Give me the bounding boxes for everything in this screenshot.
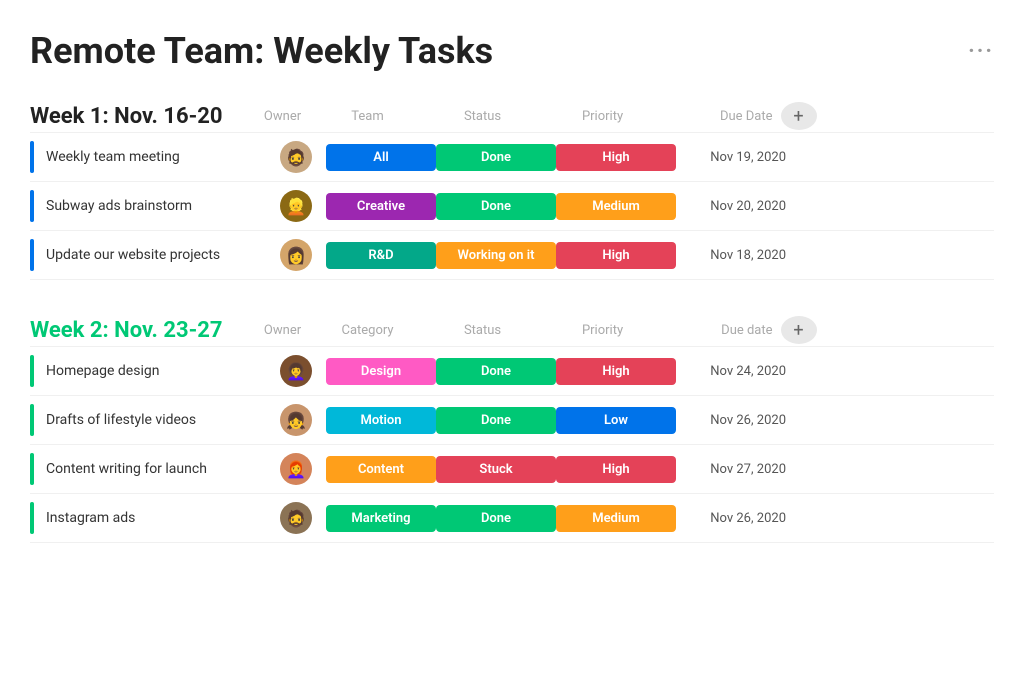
week2-section: Week 2: Nov. 23-27 Owner Category Status… [30,316,994,543]
week2-col-priority: Priority [543,323,663,338]
more-options-icon[interactable]: ··· [968,39,994,64]
week2-col-category: Category [313,323,423,338]
owner-avatar: 👩‍🦱 [266,355,326,387]
owner-avatar: 👧 [266,404,326,436]
team-badge: Marketing [326,505,436,532]
priority-badge: High [556,456,676,483]
due-date: Nov 24, 2020 [676,364,786,379]
row-border [30,190,34,222]
avatar: 👩‍🦰 [280,453,312,485]
priority-badge: High [556,358,676,385]
week1-col-owner: Owner [253,109,313,124]
table-row: Drafts of lifestyle videos 👧 Motion Done… [30,395,994,444]
week1-col-due: Due Date [663,109,773,124]
week1-section: Week 1: Nov. 16-20 Owner Team Status Pri… [30,102,994,280]
priority-badge: Medium [556,193,676,220]
table-row: Weekly team meeting 🧔 All Done High Nov … [30,132,994,181]
row-border [30,453,34,485]
status-badge: Working on it [436,242,556,269]
page-title: Remote Team: Weekly Tasks [30,30,493,72]
avatar: 🧔 [280,141,312,173]
status-badge: Done [436,358,556,385]
status-badge: Done [436,193,556,220]
row-border [30,239,34,271]
avatar: 🧔 [280,502,312,534]
row-border [30,355,34,387]
team-badge: Creative [326,193,436,220]
week2-add-button[interactable]: + [781,316,817,344]
week1-header-row: Week 1: Nov. 16-20 Owner Team Status Pri… [30,102,994,130]
team-badge: Content [326,456,436,483]
week1-col-team: Team [313,109,423,124]
status-badge: Done [436,407,556,434]
week1-add-button[interactable]: + [781,102,817,130]
task-name: Update our website projects [46,247,266,263]
priority-badge: High [556,144,676,171]
table-row: Subway ads brainstorm 👱 Creative Done Me… [30,181,994,230]
week2-col-owner: Owner [253,323,313,338]
week2-col-due: Due date [663,323,773,338]
week1-title: Week 1: Nov. 16-20 [30,104,223,129]
task-name: Drafts of lifestyle videos [46,412,266,428]
due-date: Nov 27, 2020 [676,462,786,477]
due-date: Nov 26, 2020 [676,413,786,428]
owner-avatar: 👩 [266,239,326,271]
table-row: Content writing for launch 👩‍🦰 Content S… [30,444,994,493]
owner-avatar: 👩‍🦰 [266,453,326,485]
priority-badge: Medium [556,505,676,532]
task-name: Homepage design [46,363,266,379]
priority-badge: Low [556,407,676,434]
task-name: Subway ads brainstorm [46,198,266,214]
row-border [30,404,34,436]
week2-title: Week 2: Nov. 23-27 [30,318,223,343]
due-date: Nov 20, 2020 [676,199,786,214]
week2-col-status: Status [423,323,543,338]
team-badge: Motion [326,407,436,434]
owner-avatar: 🧔 [266,141,326,173]
row-border [30,141,34,173]
due-date: Nov 26, 2020 [676,511,786,526]
team-badge: R&D [326,242,436,269]
table-row: Instagram ads 🧔 Marketing Done Medium No… [30,493,994,543]
team-badge: Design [326,358,436,385]
page-title-row: Remote Team: Weekly Tasks ··· [30,30,994,72]
status-badge: Done [436,505,556,532]
avatar: 👱 [280,190,312,222]
week1-col-priority: Priority [543,109,663,124]
page-container: Remote Team: Weekly Tasks ··· Week 1: No… [30,30,994,543]
task-name: Weekly team meeting [46,149,266,165]
team-badge: All [326,144,436,171]
avatar: 👧 [280,404,312,436]
table-row: Homepage design 👩‍🦱 Design Done High Nov… [30,346,994,395]
due-date: Nov 18, 2020 [676,248,786,263]
priority-badge: High [556,242,676,269]
status-badge: Done [436,144,556,171]
due-date: Nov 19, 2020 [676,150,786,165]
owner-avatar: 👱 [266,190,326,222]
task-name: Instagram ads [46,510,266,526]
table-row: Update our website projects 👩 R&D Workin… [30,230,994,280]
status-badge: Stuck [436,456,556,483]
week2-header-row: Week 2: Nov. 23-27 Owner Category Status… [30,316,994,344]
avatar: 👩‍🦱 [280,355,312,387]
owner-avatar: 🧔 [266,502,326,534]
week1-col-status: Status [423,109,543,124]
task-name: Content writing for launch [46,461,266,477]
row-border [30,502,34,534]
avatar: 👩 [280,239,312,271]
